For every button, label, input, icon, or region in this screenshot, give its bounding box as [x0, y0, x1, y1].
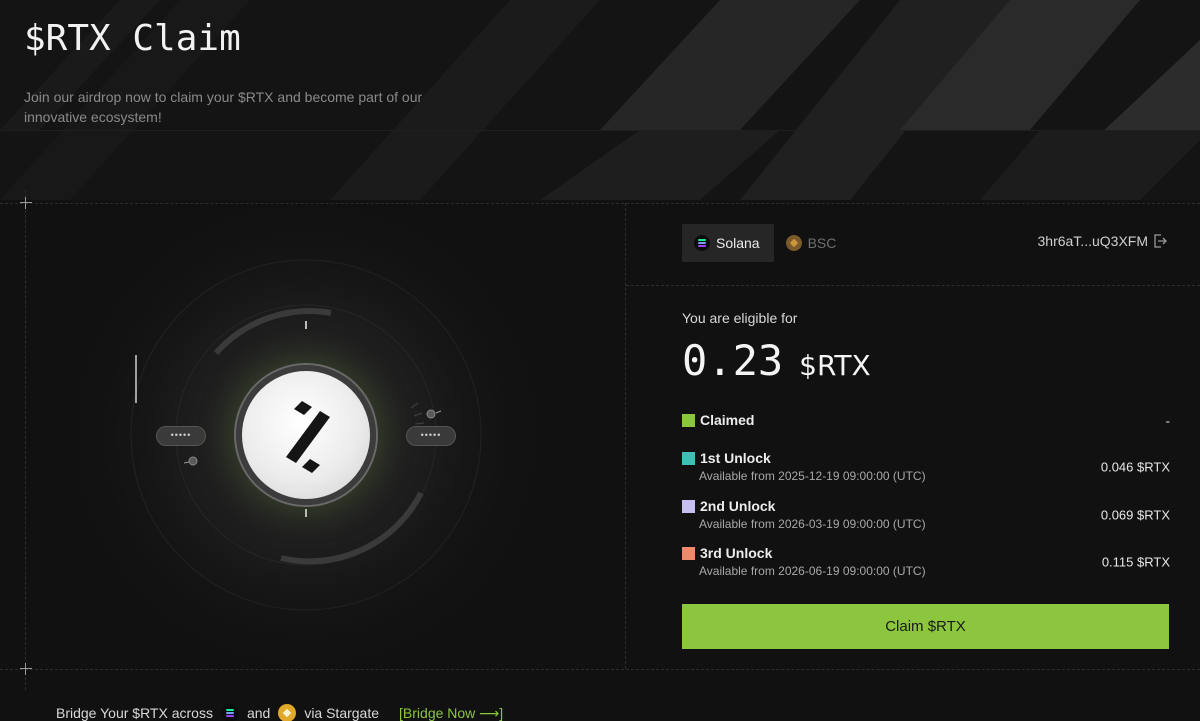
eligible-label: You are eligible for [682, 310, 798, 326]
solana-icon [220, 704, 239, 721]
schedule-date: Available from 2026-06-19 09:00:00 (UTC) [699, 564, 926, 578]
schedule-title: 3rd Unlock [700, 545, 773, 561]
rtx-logo-icon [286, 401, 330, 473]
bnb-icon [278, 704, 297, 721]
schedule-value: 0.115 $RTX [1101, 554, 1170, 570]
bridge-and: and [246, 705, 271, 721]
schedule-date: Available from 2025-12-19 09:00:00 (UTC) [699, 469, 926, 483]
solana-icon [694, 235, 710, 251]
token-visual: ••••• ••••• [26, 203, 624, 669]
frame-line-divider [625, 203, 626, 669]
node-pill-right: ••••• [406, 426, 456, 446]
schedule-title: 1st Unlock [700, 450, 771, 466]
logout-icon[interactable] [1152, 233, 1168, 249]
claimed-swatch [682, 413, 695, 427]
bsc-icon [785, 235, 802, 251]
schedule-row-claimed: Claimed - [682, 412, 1170, 430]
wallet-address: 3hr6aT...uQ3XFM [1037, 233, 1149, 249]
page-subtitle: Join our airdrop now to claim your $RTX … [24, 89, 423, 125]
schedule-value: 0.069 $RTX [1100, 507, 1170, 523]
node-pill-left: ••••• [156, 426, 206, 446]
network-tabs: Solana BSC [682, 224, 850, 262]
schedule-row-2nd-unlock: 2nd Unlock Available from 2026-03-19 09:… [682, 498, 1170, 532]
claim-button[interactable]: Claim $RTX [682, 604, 1169, 649]
tab-bsc-label: BSC [807, 235, 837, 251]
schedule-value: 0.046 $RTX [1100, 459, 1170, 475]
frame-line-wallet [626, 285, 1200, 286]
schedule-date: Available from 2026-03-19 09:00:00 (UTC) [699, 517, 926, 531]
schedule-row-1st-unlock: 1st Unlock Available from 2025-12-19 09:… [682, 450, 1170, 484]
unlock-2-swatch [682, 499, 695, 513]
eligible-amount-unit: $RTX [799, 349, 871, 382]
eligible-amount-value: 0.23 [682, 336, 784, 385]
unlock-1-swatch [682, 451, 695, 465]
tab-solana-label: Solana [716, 235, 760, 251]
rtx-token-coin [236, 365, 376, 505]
unlock-3-swatch [682, 546, 695, 560]
bridge-prefix: Bridge Your $RTX across [56, 705, 213, 721]
tab-solana[interactable]: Solana [682, 224, 774, 262]
eligible-amount: 0.23 $RTX [682, 336, 871, 385]
wallet-address-button[interactable]: 3hr6aT...uQ3XFM [1038, 233, 1169, 249]
schedule-row-3rd-unlock: 3rd Unlock Available from 2026-06-19 09:… [682, 545, 1170, 579]
bridge-suffix: via Stargate [304, 705, 380, 721]
page-header: $RTX Claim Join our airdrop now to claim… [0, 0, 1200, 200]
bridge-now-link[interactable]: [Bridge Now ⟶] [399, 705, 503, 721]
schedule-value: - [1165, 413, 1170, 429]
frame-line-bottom [0, 669, 1200, 670]
page-title: $RTX Claim [24, 18, 241, 59]
bridge-banner: Bridge Your $RTX across and via Stargate… [56, 704, 503, 721]
schedule-title: 2nd Unlock [700, 498, 776, 514]
schedule-title: Claimed [700, 412, 755, 428]
tab-bsc[interactable]: BSC [774, 224, 851, 262]
